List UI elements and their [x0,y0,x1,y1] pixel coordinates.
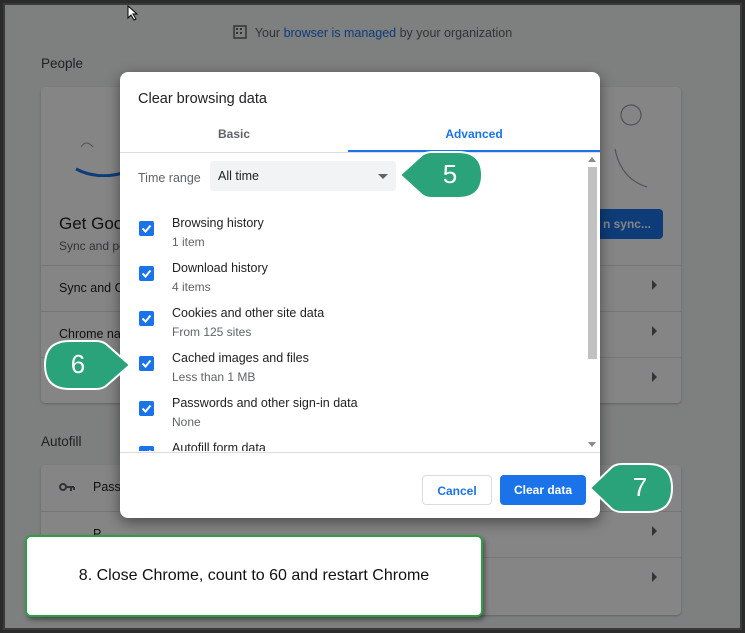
dialog-footer: Cancel Clear data [120,452,600,518]
option-subtitle: Less than 1 MB [172,370,256,384]
dialog-tabs: Basic Advanced [120,116,600,153]
option-subtitle: From 125 sites [172,325,252,339]
instruction-note: 8. Close Chrome, count to 60 and restart… [25,535,483,617]
cookies-option[interactable]: Cookies and other site data From 125 sit… [120,306,580,351]
checkmark-icon [141,224,152,233]
scroll-thumb[interactable] [588,167,597,359]
instruction-text: 8. Close Chrome, count to 60 and restart… [78,567,430,584]
checkbox-checked[interactable] [139,401,154,416]
option-title: Cookies and other site data [172,306,325,320]
callout-7: 7 [588,461,674,515]
callout-6: 6 [42,338,132,392]
download-history-option[interactable]: Download history 4 items [120,261,580,306]
dialog-content: Time range All time Browsing history 1 i… [120,153,600,451]
option-title: Download history [172,261,268,275]
tab-basic[interactable]: Basic [120,116,348,152]
dialog-title: Clear browsing data [138,91,267,107]
checkmark-icon [141,359,152,368]
clear-data-button[interactable]: Clear data [500,475,586,505]
option-subtitle: None [172,415,201,429]
time-range-select[interactable]: All time [210,161,396,191]
screenshot-frame: Your browser is managed by your organiza… [3,3,742,630]
checkmark-icon [141,404,152,413]
time-range-value: All time [218,169,259,183]
checkmark-icon [141,314,152,323]
tab-advanced[interactable]: Advanced [348,116,600,152]
scroll-down-icon[interactable] [588,442,596,447]
mouse-cursor-icon [127,5,139,21]
checkbox-checked[interactable] [139,311,154,326]
callout-5: 5 [398,149,484,201]
browsing-history-option[interactable]: Browsing history 1 item [120,216,580,261]
option-subtitle: 1 item [172,235,205,249]
option-title: Browsing history [172,216,264,230]
cancel-button[interactable]: Cancel [422,475,492,505]
time-range-label: Time range [138,171,201,185]
cached-images-option[interactable]: Cached images and files Less than 1 MB [120,351,580,396]
callout-number: 7 [632,472,648,502]
callout-number: 6 [70,349,86,379]
checkmark-icon [141,269,152,278]
checkmark-icon [148,449,152,451]
dialog-scrollbar[interactable] [587,153,597,451]
scroll-up-icon[interactable] [588,157,596,162]
dropdown-arrow-icon [378,174,388,179]
clear-browsing-data-dialog: Clear browsing data Basic Advanced Time … [120,72,600,518]
option-title: Passwords and other sign-in data [172,396,358,410]
autofill-option[interactable]: Autofill form data [120,441,580,451]
checkbox-checked[interactable] [139,356,154,371]
checkbox-checked[interactable] [139,266,154,281]
checkbox-checked[interactable] [139,221,154,236]
option-title: Cached images and files [172,351,309,365]
option-subtitle: 4 items [172,280,211,294]
checkbox-checked[interactable] [139,446,154,451]
option-title: Autofill form data [172,441,266,451]
passwords-option[interactable]: Passwords and other sign-in data None [120,396,580,441]
callout-number: 5 [442,159,458,189]
